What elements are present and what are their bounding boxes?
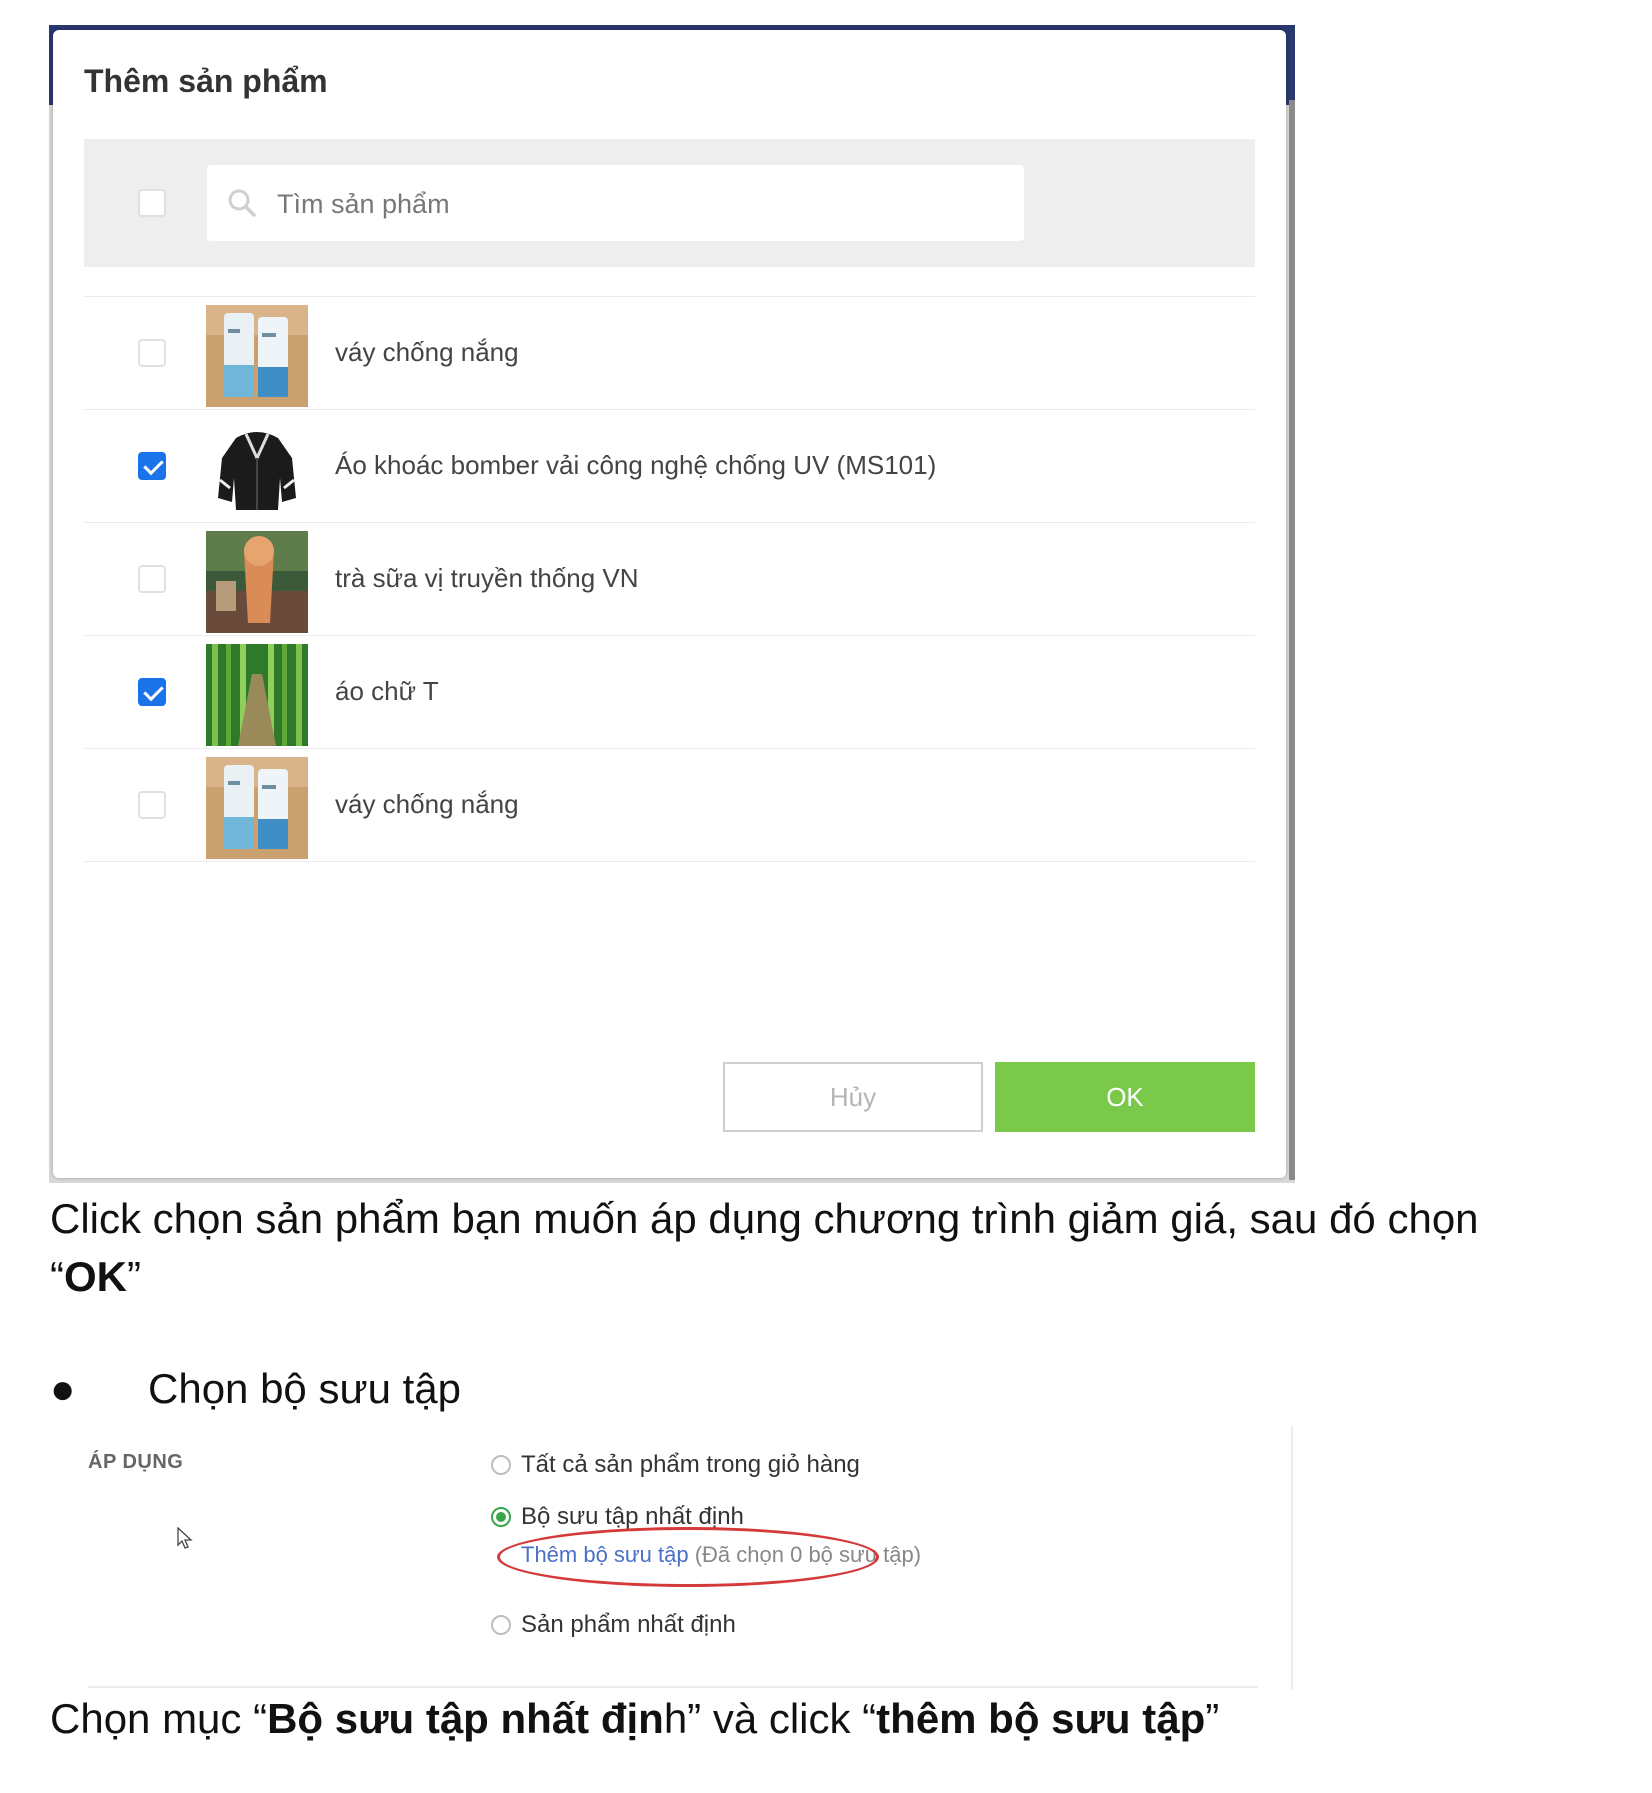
mouse-cursor-icon: [177, 1527, 193, 1549]
modal-title: Thêm sản phẩm: [84, 63, 328, 99]
panel-divider-horizontal: [88, 1686, 1258, 1688]
radio-specific-products[interactable]: [491, 1615, 511, 1635]
highlight-ellipse: [497, 1527, 879, 1587]
caption2-bold2: thêm bộ sưu tập: [876, 1695, 1206, 1742]
caption-quote-open: “: [50, 1253, 64, 1300]
caption-text: Click chọn sản phẩm bạn muốn áp dụng chư…: [50, 1195, 1479, 1242]
product-thumbnail-milk-tea: [206, 531, 308, 633]
apply-label: ÁP DỤNG: [88, 1451, 184, 1473]
caption2-part3: ”: [1205, 1695, 1220, 1742]
panel-divider-vertical: [1291, 1425, 1293, 1690]
caption2-part1: Chọn mục “: [50, 1695, 268, 1742]
product-thumbnail-sunscreen: [206, 757, 308, 859]
search-field[interactable]: [207, 165, 1024, 243]
product-checkbox[interactable]: [138, 791, 166, 819]
product-list: váy chống nắng Áo khoác bomber vải công …: [84, 296, 1255, 862]
product-checkbox-checked[interactable]: [138, 452, 166, 480]
product-name: áo chữ T: [335, 676, 439, 706]
caption-bold-ok: OK: [64, 1253, 127, 1300]
product-thumbnail-bomber-jacket: [206, 418, 308, 520]
search-bar: [84, 139, 1255, 267]
add-product-modal: Thêm sản phẩm Tìm sản phẩm váy chống nắn…: [53, 30, 1286, 1178]
caption2-part2: h” và click “: [663, 1695, 877, 1742]
product-row[interactable]: trà sữa vị truyền thống VN: [84, 522, 1255, 635]
apply-settings-panel: ÁP DỤNG Tất cả sản phẩm trong giỏ hàng B…: [85, 1425, 1293, 1695]
product-thumbnail-sunscreen: [206, 305, 308, 407]
caption-quote-close: ”: [127, 1253, 141, 1300]
radio-all-cart-products[interactable]: [491, 1455, 511, 1475]
instruction-caption-2: Chọn mục “Bộ sưu tập nhất định” và click…: [50, 1695, 1219, 1743]
ok-button[interactable]: OK: [995, 1062, 1255, 1132]
cancel-button[interactable]: Hủy: [723, 1062, 983, 1132]
background-scrollbar: [1289, 100, 1295, 1180]
radio-label-all-cart-products[interactable]: Tất cả sản phẩm trong giỏ hàng: [521, 1451, 860, 1479]
product-thumbnail-bamboo: [206, 644, 308, 746]
bullet-dot: ●: [50, 1365, 76, 1412]
select-all-checkbox[interactable]: [138, 189, 166, 217]
product-name: váy chống nắng: [335, 337, 519, 367]
product-checkbox[interactable]: [138, 565, 166, 593]
product-row[interactable]: váy chống nắng: [84, 296, 1255, 409]
instruction-caption-1: Click chọn sản phẩm bạn muốn áp dụng chư…: [50, 1190, 1610, 1306]
product-row[interactable]: Áo khoác bomber vải công nghệ chống UV (…: [84, 409, 1255, 522]
radio-label-specific-products[interactable]: Sản phẩm nhất định: [521, 1611, 736, 1639]
product-row[interactable]: váy chống nắng: [84, 748, 1255, 862]
search-icon: [228, 189, 256, 217]
product-name: váy chống nắng: [335, 789, 519, 819]
caption2-bold1: Bộ sưu tập nhất địn: [267, 1695, 664, 1742]
product-name: Áo khoác bomber vải công nghệ chống UV (…: [335, 450, 937, 480]
search-input[interactable]: [275, 165, 999, 243]
bullet-text: Chọn bộ sưu tập: [148, 1365, 461, 1412]
radio-specific-collection[interactable]: [491, 1507, 511, 1527]
product-checkbox[interactable]: [138, 339, 166, 367]
product-name: trà sữa vị truyền thống VN: [335, 563, 639, 593]
product-row[interactable]: áo chữ T: [84, 635, 1255, 748]
product-checkbox-checked[interactable]: [138, 678, 166, 706]
